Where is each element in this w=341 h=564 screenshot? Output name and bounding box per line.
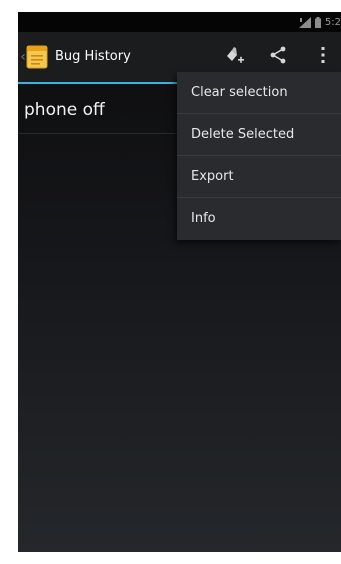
menu-item-delete-selected[interactable]: Delete Selected bbox=[177, 114, 341, 156]
new-bug-icon bbox=[223, 44, 245, 70]
battery-icon bbox=[314, 16, 321, 28]
menu-item-export[interactable]: Export bbox=[177, 156, 341, 198]
share-icon bbox=[268, 45, 288, 69]
overflow-menu-icon bbox=[320, 46, 326, 68]
phone-screen: 5:2 ‹ Bug History phone off Clear select… bbox=[18, 12, 341, 552]
status-clock: 5:2 bbox=[324, 16, 341, 28]
status-bar: 5:2 bbox=[18, 12, 341, 32]
page-title: Bug History bbox=[55, 49, 131, 64]
menu-item-info[interactable]: Info bbox=[177, 198, 341, 240]
signal-strength-icon bbox=[298, 16, 311, 28]
menu-item-clear-selection[interactable]: Clear selection bbox=[177, 72, 341, 114]
status-icons: 5:2 bbox=[298, 15, 341, 29]
list-item-label: phone off bbox=[24, 100, 105, 120]
notepad-icon[interactable] bbox=[26, 45, 48, 69]
overflow-menu: Clear selection Delete Selected Export I… bbox=[177, 72, 341, 240]
